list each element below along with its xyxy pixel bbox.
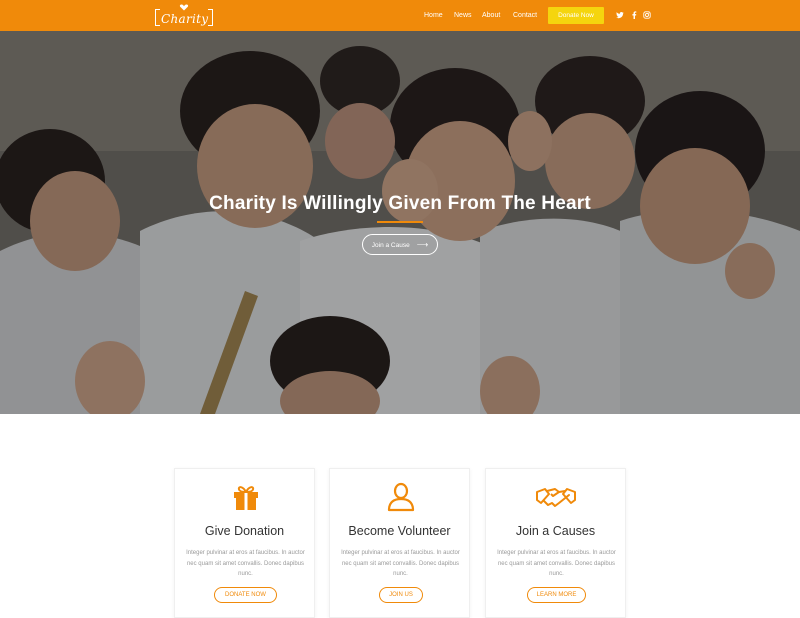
logo-text: Charity (161, 12, 209, 26)
card-description: Integer pulvinar at eros at faucibus. In… (186, 550, 305, 577)
facebook-icon[interactable] (630, 11, 638, 19)
nav-link-contact[interactable]: Contact (513, 11, 537, 20)
join-a-cause-button[interactable]: Join a Cause ⟶ (362, 234, 438, 255)
handshake-icon (536, 488, 576, 507)
user-icon (387, 482, 415, 512)
nav-link-home[interactable]: Home (424, 11, 443, 20)
card-title: Become Volunteer (348, 524, 451, 538)
card-become-volunteer: Become Volunteer Integer pulvinar at ero… (329, 468, 470, 618)
donate-now-button[interactable]: Donate Now (548, 7, 604, 24)
logo-bracket-left (155, 9, 160, 26)
heart-icon (179, 4, 189, 11)
arrow-right-icon: ⟶ (416, 240, 429, 249)
top-navbar: Charity Home News About Contact Donate N… (0, 0, 800, 31)
card-title: Give Donation (204, 524, 285, 538)
card-give-donation: Give Donation Integer pulvinar at eros a… (174, 468, 315, 618)
card-join-a-causes: Join a Causes Integer pulvinar at eros a… (485, 468, 626, 618)
join-us-card-button[interactable]: JOIN US (379, 587, 423, 603)
card-description: Integer pulvinar at eros at faucibus. In… (497, 550, 616, 577)
hero-banner: Charity Is Willingly Given From The Hear… (0, 31, 800, 414)
card-title: Join a Causes (515, 524, 596, 538)
charity-logo[interactable]: Charity (155, 4, 213, 28)
learn-more-card-button[interactable]: LEARN MORE (527, 587, 586, 603)
instagram-icon[interactable] (643, 11, 651, 19)
nav-link-about[interactable]: About (482, 11, 500, 20)
logo-bracket-right (208, 9, 213, 26)
join-a-cause-label: Join a Cause (371, 242, 410, 249)
nav-link-news[interactable]: News (454, 11, 472, 20)
hero-title-underline (377, 221, 423, 223)
card-description: Integer pulvinar at eros at faucibus. In… (341, 550, 460, 577)
hero-title: Charity Is Willingly Given From The Hear… (209, 193, 591, 214)
gift-icon (234, 486, 258, 510)
donate-now-card-button[interactable]: DONATE NOW (214, 587, 277, 603)
twitter-icon[interactable] (616, 11, 624, 19)
